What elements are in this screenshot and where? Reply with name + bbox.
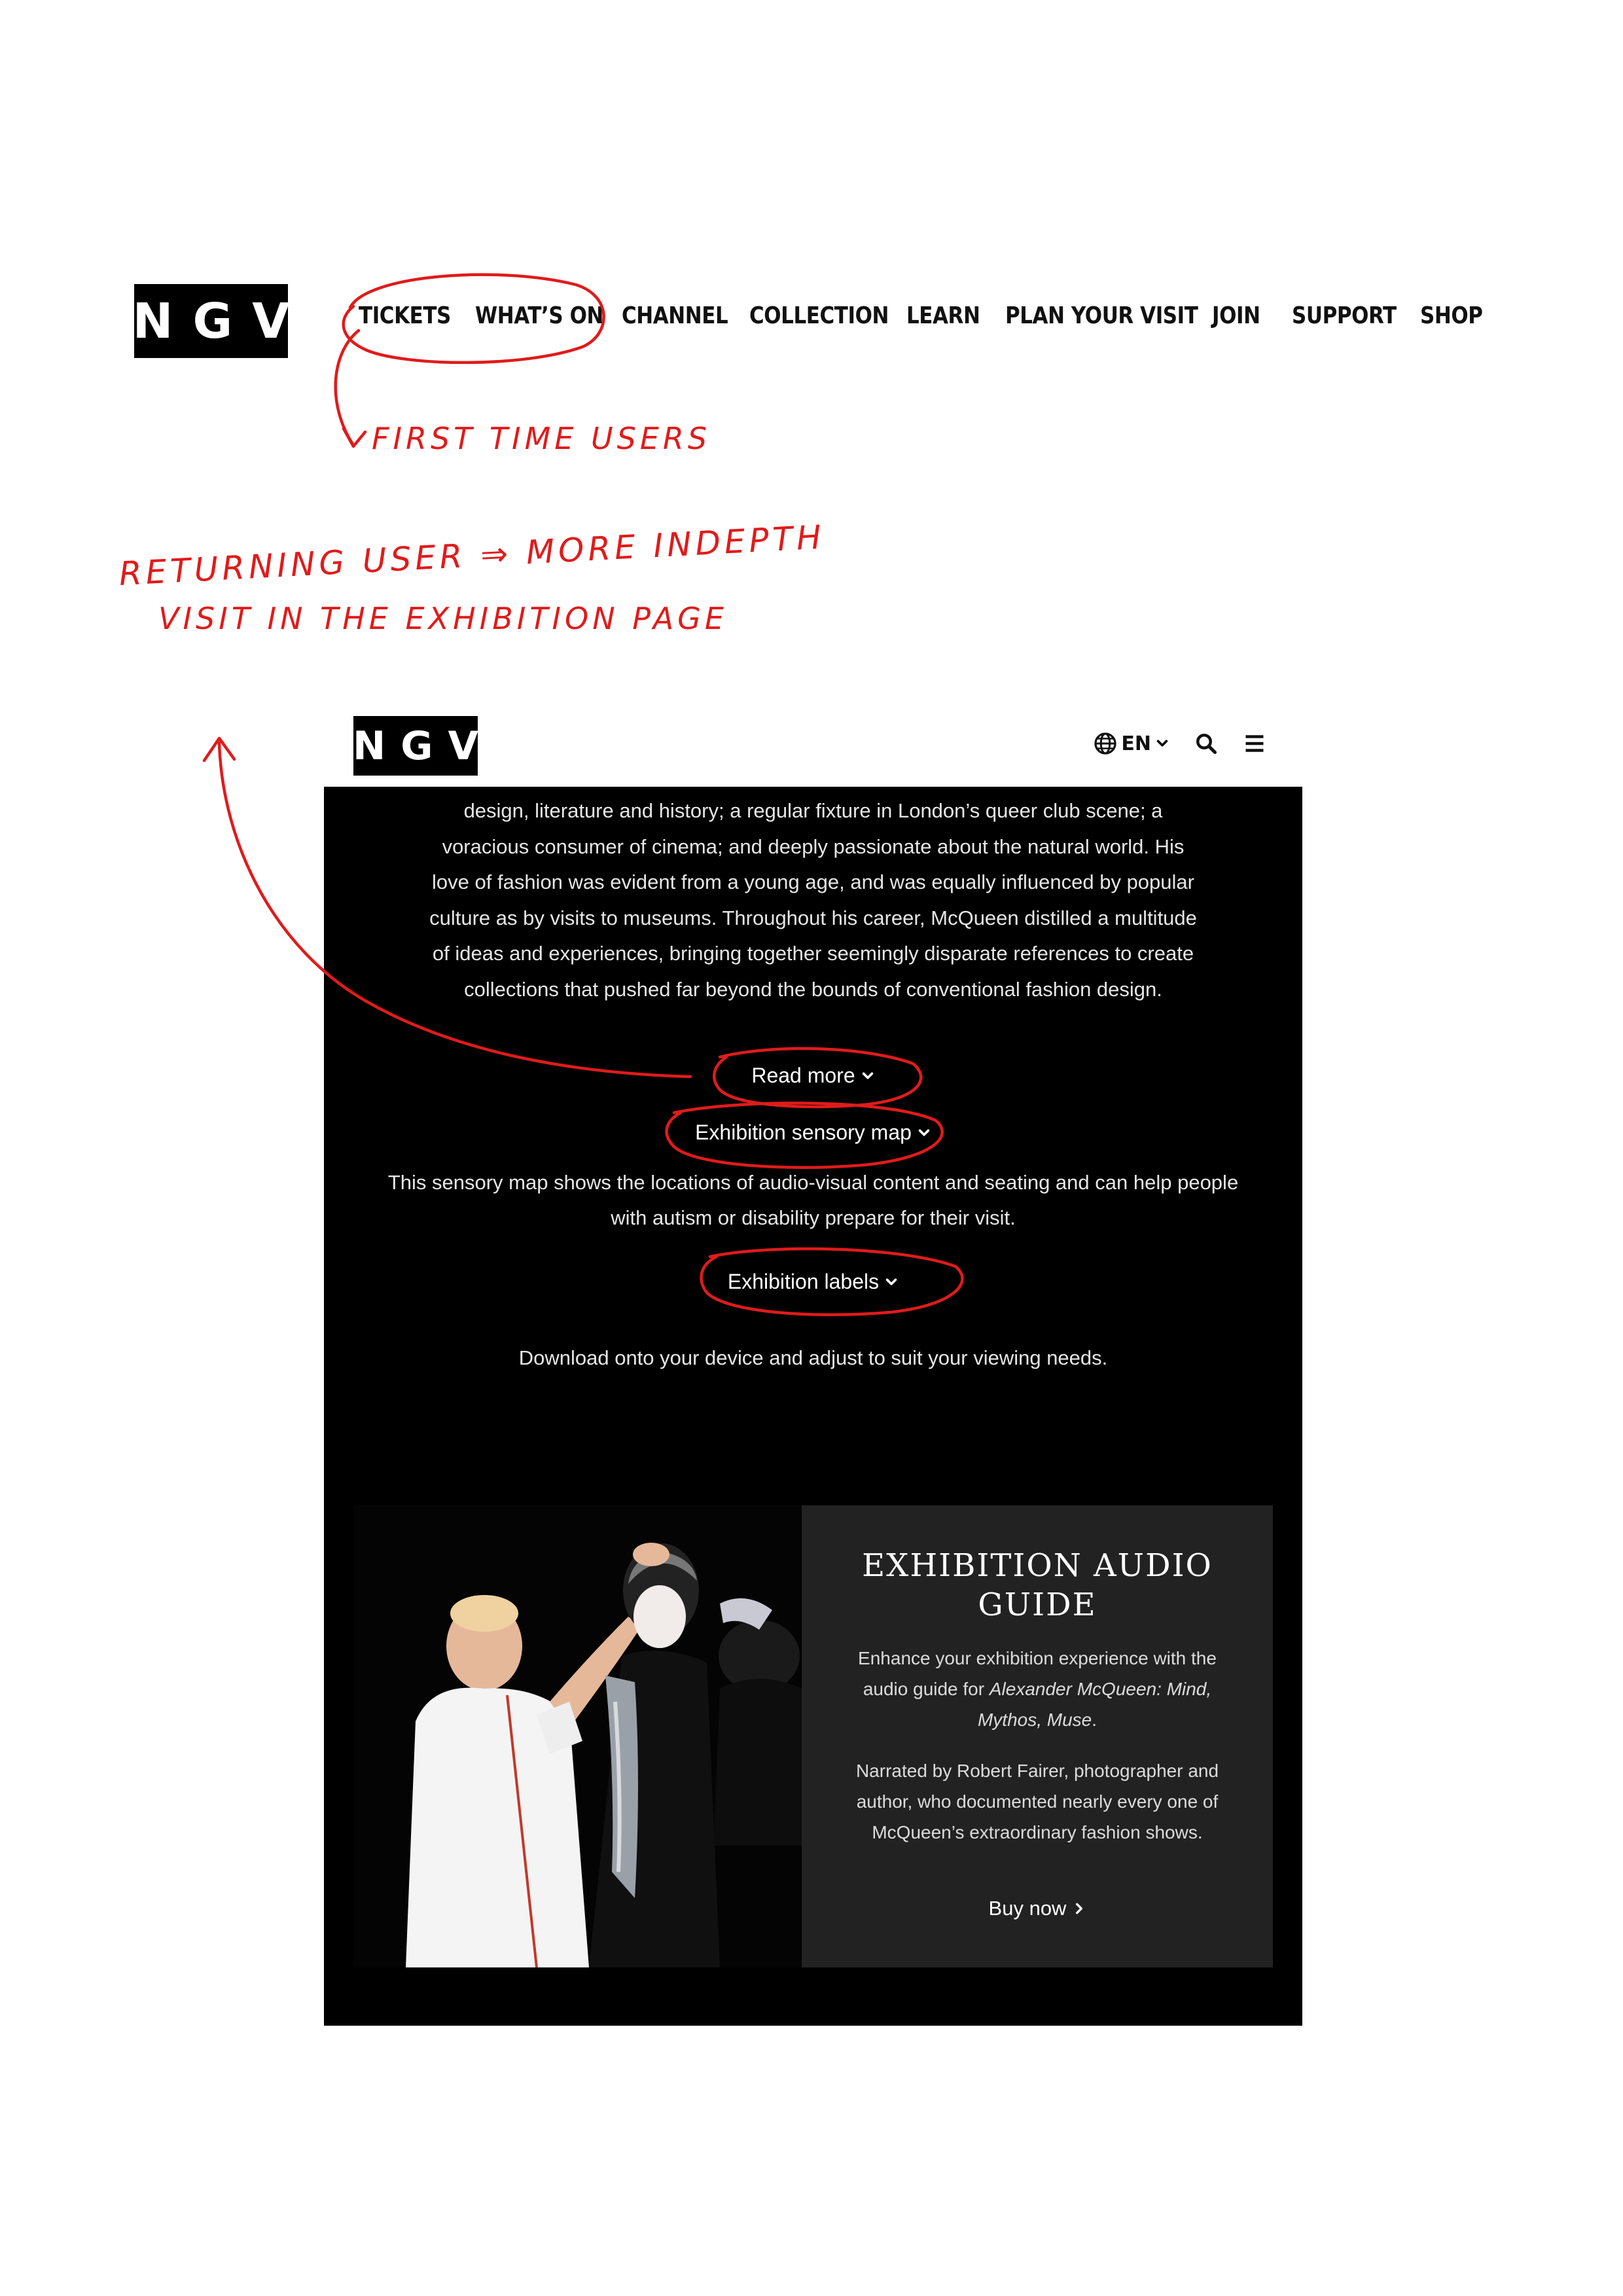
read-more-toggle[interactable]: Read more bbox=[324, 1064, 1302, 1088]
language-selector[interactable]: EN bbox=[1094, 732, 1169, 755]
annotation-arrow-first-time bbox=[334, 329, 361, 447]
buy-now-label: Buy now bbox=[988, 1897, 1067, 1920]
globe-icon bbox=[1094, 732, 1117, 755]
annotation-visit-exhibition-page: VISIT IN THE EXHIBITION PAGE bbox=[158, 601, 728, 636]
header-tools: EN bbox=[1094, 732, 1266, 755]
annotation-returning-user: RETURNING USER ⇒ MORE INDEPTH bbox=[118, 518, 826, 593]
sensory-map-toggle[interactable]: Exhibition sensory map bbox=[324, 1121, 1302, 1145]
audio-guide-info: EXHIBITION AUDIO GUIDE Enhance your exhi… bbox=[802, 1505, 1273, 1967]
audio-guide-intro-end: . bbox=[1092, 1710, 1097, 1730]
intro-line: design, literature and history; a regula… bbox=[463, 799, 1163, 822]
annotation-more-indepth: MORE INDEPTH bbox=[525, 518, 827, 572]
exhibition-labels-label: Exhibition labels bbox=[727, 1270, 880, 1293]
nav-support[interactable]: SUPPORT bbox=[1292, 302, 1397, 329]
sensory-map-label: Exhibition sensory map bbox=[695, 1121, 912, 1144]
mobile-ngv-logo[interactable]: NGV bbox=[353, 716, 478, 776]
annotation-first-time-users: FIRST TIME USERS bbox=[372, 421, 711, 456]
read-more-label: Read more bbox=[751, 1064, 855, 1087]
exhibition-labels-toggle[interactable]: Exhibition labels bbox=[324, 1270, 1302, 1294]
sensory-map-line: with autism or disability prepare for th… bbox=[611, 1206, 1016, 1229]
photo-illustration bbox=[353, 1505, 802, 1967]
exhibition-intro-text: design, literature and history; a regula… bbox=[324, 793, 1302, 1007]
audio-guide-title: EXHIBITION AUDIO GUIDE bbox=[841, 1546, 1234, 1624]
nav-shop[interactable]: SHOP bbox=[1420, 302, 1483, 329]
search-icon[interactable] bbox=[1194, 732, 1218, 755]
audio-guide-title-line: EXHIBITION AUDIO bbox=[862, 1547, 1213, 1584]
exhibition-page-body: design, literature and history; a regula… bbox=[324, 787, 1302, 2026]
buy-now-link[interactable]: Buy now bbox=[802, 1897, 1273, 1920]
intro-line: voracious consumer of cinema; and deeply… bbox=[442, 834, 1185, 858]
intro-line: love of fashion was evident from a young… bbox=[432, 870, 1194, 893]
sensory-map-description: This sensory map shows the locations of … bbox=[324, 1165, 1302, 1236]
mcqueen-fitting-photo bbox=[353, 1505, 802, 1967]
nav-plan-your-visit[interactable]: PLAN YOUR VISIT bbox=[1005, 302, 1198, 329]
audio-guide-intro: Enhance your exhibition experience with … bbox=[854, 1643, 1221, 1735]
ngv-logo[interactable]: NGV bbox=[133, 284, 289, 358]
nav-collection[interactable]: COLLECTION bbox=[749, 302, 889, 329]
chevron-down-icon bbox=[918, 1129, 930, 1136]
audio-guide-card: EXHIBITION AUDIO GUIDE Enhance your exhi… bbox=[353, 1505, 1273, 1967]
annotation-returning-label: RETURNING USER bbox=[118, 537, 467, 593]
nav-learn[interactable]: LEARN bbox=[906, 302, 980, 329]
exhibition-labels-description: Download onto your device and adjust to … bbox=[518, 1346, 1108, 1369]
chevron-down-icon bbox=[1156, 740, 1168, 747]
nav-whats-on[interactable]: WHAT’S ON bbox=[475, 302, 603, 329]
nav-tickets[interactable]: TICKETS bbox=[359, 302, 451, 329]
annotation-arrowhead-returning bbox=[202, 736, 236, 762]
annotation-arrowhead-first-time bbox=[342, 427, 367, 448]
intro-line: collections that pushed far beyond the b… bbox=[464, 977, 1162, 1001]
chevron-down-icon bbox=[862, 1072, 873, 1079]
nav-channel[interactable]: CHANNEL bbox=[622, 302, 728, 329]
sensory-map-line: This sensory map shows the locations of … bbox=[387, 1171, 1239, 1194]
annotation-arrow-symbol: ⇒ bbox=[479, 534, 513, 575]
audio-guide-narrator: Narrated by Robert Fairer, photographer … bbox=[855, 1761, 1219, 1842]
language-label: EN bbox=[1121, 732, 1151, 755]
chevron-right-icon bbox=[1076, 1903, 1083, 1914]
chevron-down-icon bbox=[885, 1278, 897, 1285]
audio-guide-title-line: GUIDE bbox=[978, 1587, 1097, 1623]
nav-join[interactable]: JOIN bbox=[1212, 302, 1260, 329]
intro-line: culture as by visits to museums. Through… bbox=[429, 906, 1197, 929]
hamburger-menu-icon[interactable] bbox=[1243, 732, 1266, 755]
intro-line: of ideas and experiences, bringing toget… bbox=[432, 942, 1194, 965]
